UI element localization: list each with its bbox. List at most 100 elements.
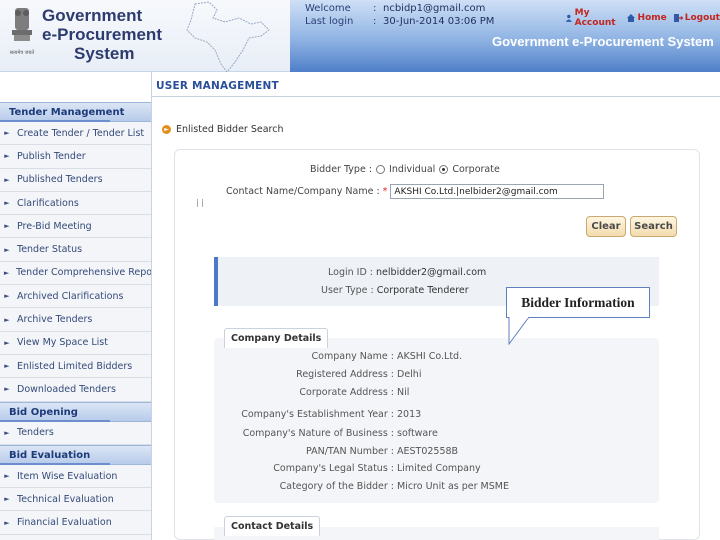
nature-of-business-value: software: [397, 428, 438, 439]
title-divider: [152, 96, 720, 97]
bidder-category-value: Micro Unit as per MSME: [397, 481, 509, 492]
required-marker: *: [382, 186, 388, 197]
sidebar-item-pre-bid-meeting[interactable]: ► Pre-Bid Meeting: [0, 215, 151, 239]
arrow-right-icon: ►: [4, 129, 10, 138]
sidebar-item-item-wise-evaluation[interactable]: ► Item Wise Evaluation: [0, 465, 151, 489]
home-link[interactable]: Home: [626, 8, 667, 28]
arrow-right-icon: ►: [4, 245, 10, 254]
login-id-row: Login ID : nelbidder2@gmail.com: [328, 267, 486, 278]
sidebar-item-label: View My Space List: [17, 337, 108, 349]
sidebar-item-enlisted-limited-bidders[interactable]: ► Enlisted Limited Bidders: [0, 355, 151, 379]
svg-text:सत्यमेव जयते: सत्यमेव जयते: [10, 49, 35, 56]
sidebar-item-label: Tender Status: [17, 244, 83, 256]
arrow-right-icon: ►: [4, 518, 10, 527]
arrow-right-icon: ►: [4, 428, 10, 437]
welcome-label: Welcome: [305, 3, 351, 14]
india-map-icon: [186, 1, 270, 72]
sidebar: Tender Management ► Create Tender / Tende…: [0, 72, 152, 540]
home-icon: [626, 14, 635, 22]
sidebar-item-label: Pre-Bid Meeting: [17, 220, 92, 232]
corporate-address-label: Corporate Address :: [299, 387, 394, 398]
logout-link[interactable]: Logout: [673, 8, 720, 28]
logo-line-2: e-Procurement: [42, 25, 162, 44]
corporate-address-value: Nil: [397, 387, 410, 398]
establishment-year-label: Company's Establishment Year :: [241, 409, 394, 420]
main-content: USER MANAGEMENT ► Enlisted Bidder Search…: [152, 72, 720, 540]
sidebar-item-label: Published Tenders: [17, 174, 103, 186]
sidebar-item-create-tender[interactable]: ► Create Tender / Tender List: [0, 122, 151, 146]
sidebar-item-label: Archived Clarifications: [17, 290, 124, 302]
system-title: Government e-Procurement System: [492, 34, 714, 49]
sidebar-item-label: Create Tender / Tender List: [17, 127, 145, 139]
legal-status-value: Limited Company: [397, 463, 481, 474]
user-type-label: User Type :: [321, 285, 374, 296]
contact-field-row: Contact Name/Company Name : *: [226, 184, 605, 199]
user-info: Welcome : ncbidp1@gmail.com Last login :…: [305, 3, 495, 27]
home-label: Home: [637, 13, 667, 23]
national-emblem-icon: सत्यमेव जयते: [10, 8, 35, 56]
sidebar-item-label: Technical Evaluation: [17, 493, 114, 505]
arrow-bullet-icon: ►: [162, 125, 171, 134]
arrow-right-icon: ►: [4, 222, 10, 231]
header: सत्यमेव जयते Government e-Procurement Sy…: [0, 0, 720, 72]
field-marker: | |: [196, 198, 204, 207]
sidebar-item-downloaded-tenders[interactable]: ► Downloaded Tenders: [0, 378, 151, 402]
sidebar-item-financial-evaluation[interactable]: ► Financial Evaluation: [0, 511, 151, 535]
sidebar-item-archive-tenders[interactable]: ► Archive Tenders: [0, 308, 151, 332]
last-login-label: Last login: [305, 16, 354, 27]
arrow-right-icon: ►: [4, 175, 10, 184]
bidder-type-individual-radio[interactable]: [376, 165, 386, 174]
my-account-label: My Account: [574, 8, 616, 28]
arrow-right-icon: ►: [4, 292, 10, 301]
sidebar-item-technical-evaluation[interactable]: ► Technical Evaluation: [0, 488, 151, 512]
sidebar-item-publish-tender[interactable]: ► Publish Tender: [0, 145, 151, 169]
sidebar-item-label: Clarifications: [17, 197, 79, 209]
bidder-type-corporate-radio[interactable]: [439, 165, 449, 174]
sidebar-item-label: Downloaded Tenders: [17, 383, 116, 395]
company-name-label: Company Name :: [311, 351, 394, 362]
breadcrumb-label[interactable]: Enlisted Bidder Search: [176, 124, 284, 135]
arrow-right-icon: ►: [4, 152, 10, 161]
arrow-right-icon: ►: [3, 268, 10, 277]
sidebar-item-view-my-space-list[interactable]: ► View My Space List: [0, 332, 151, 355]
user-type-row: User Type : Corporate Tenderer: [321, 285, 469, 296]
logo-line-1: Government: [42, 6, 143, 25]
bidder-category-label: Category of the Bidder :: [279, 481, 394, 492]
arrow-right-icon: ►: [4, 315, 10, 324]
company-name-row: Company Name :: [312, 351, 394, 362]
sidebar-section-bid-evaluation[interactable]: Bid Evaluation: [0, 444, 151, 465]
bidder-type-group: Bidder Type : Individual Corporate: [310, 164, 500, 175]
clear-button[interactable]: Clear: [586, 216, 626, 237]
page-title: USER MANAGEMENT: [156, 80, 279, 92]
arrow-right-icon: ►: [4, 362, 10, 371]
top-links: My Account Home Logout: [565, 8, 720, 28]
last-login-value: 30-Jun-2014 03:06 PM: [383, 16, 495, 27]
sidebar-item-label: Item Wise Evaluation: [17, 470, 118, 482]
sidebar-item-label: Tenders: [17, 427, 54, 439]
sidebar-section-bid-opening[interactable]: Bid Opening: [0, 401, 151, 422]
arrow-right-icon: ►: [4, 495, 10, 504]
sidebar-item-label: Publish Tender: [17, 150, 86, 162]
company-details-tab: Company Details: [224, 328, 329, 348]
search-button[interactable]: Search: [630, 216, 677, 237]
callout-pointer-icon: [508, 317, 530, 345]
sidebar-item-tenders[interactable]: ► Tenders: [0, 422, 151, 445]
company-details-box: [214, 338, 659, 503]
user-type-value: Corporate Tenderer: [376, 285, 469, 296]
bidder-type-individual-label: Individual: [389, 164, 436, 175]
sidebar-item-clarifications[interactable]: ► Clarifications: [0, 192, 151, 216]
sidebar-item-published-tenders[interactable]: ► Published Tenders: [0, 169, 151, 192]
contact-name-input[interactable]: [390, 184, 605, 199]
arrow-right-icon: ►: [4, 338, 10, 347]
sidebar-item-archived-clarifications[interactable]: ► Archived Clarifications: [0, 285, 151, 309]
company-name-value: AKSHI Co.Ltd.: [397, 351, 463, 362]
arrow-right-icon: ►: [4, 385, 10, 394]
pan-tan-label: PAN/TAN Number :: [305, 446, 394, 457]
sidebar-item-tender-comprehensive-report[interactable]: ► Tender Comprehensive Report: [0, 262, 151, 286]
legal-status-label: Company's Legal Status :: [273, 463, 394, 474]
breadcrumb: ► Enlisted Bidder Search: [162, 124, 284, 135]
my-account-link[interactable]: My Account: [565, 8, 620, 28]
sidebar-item-tender-status[interactable]: ► Tender Status: [0, 238, 151, 262]
logo-line-3: System: [74, 44, 135, 63]
sidebar-section-tender-management[interactable]: Tender Management: [0, 102, 151, 122]
